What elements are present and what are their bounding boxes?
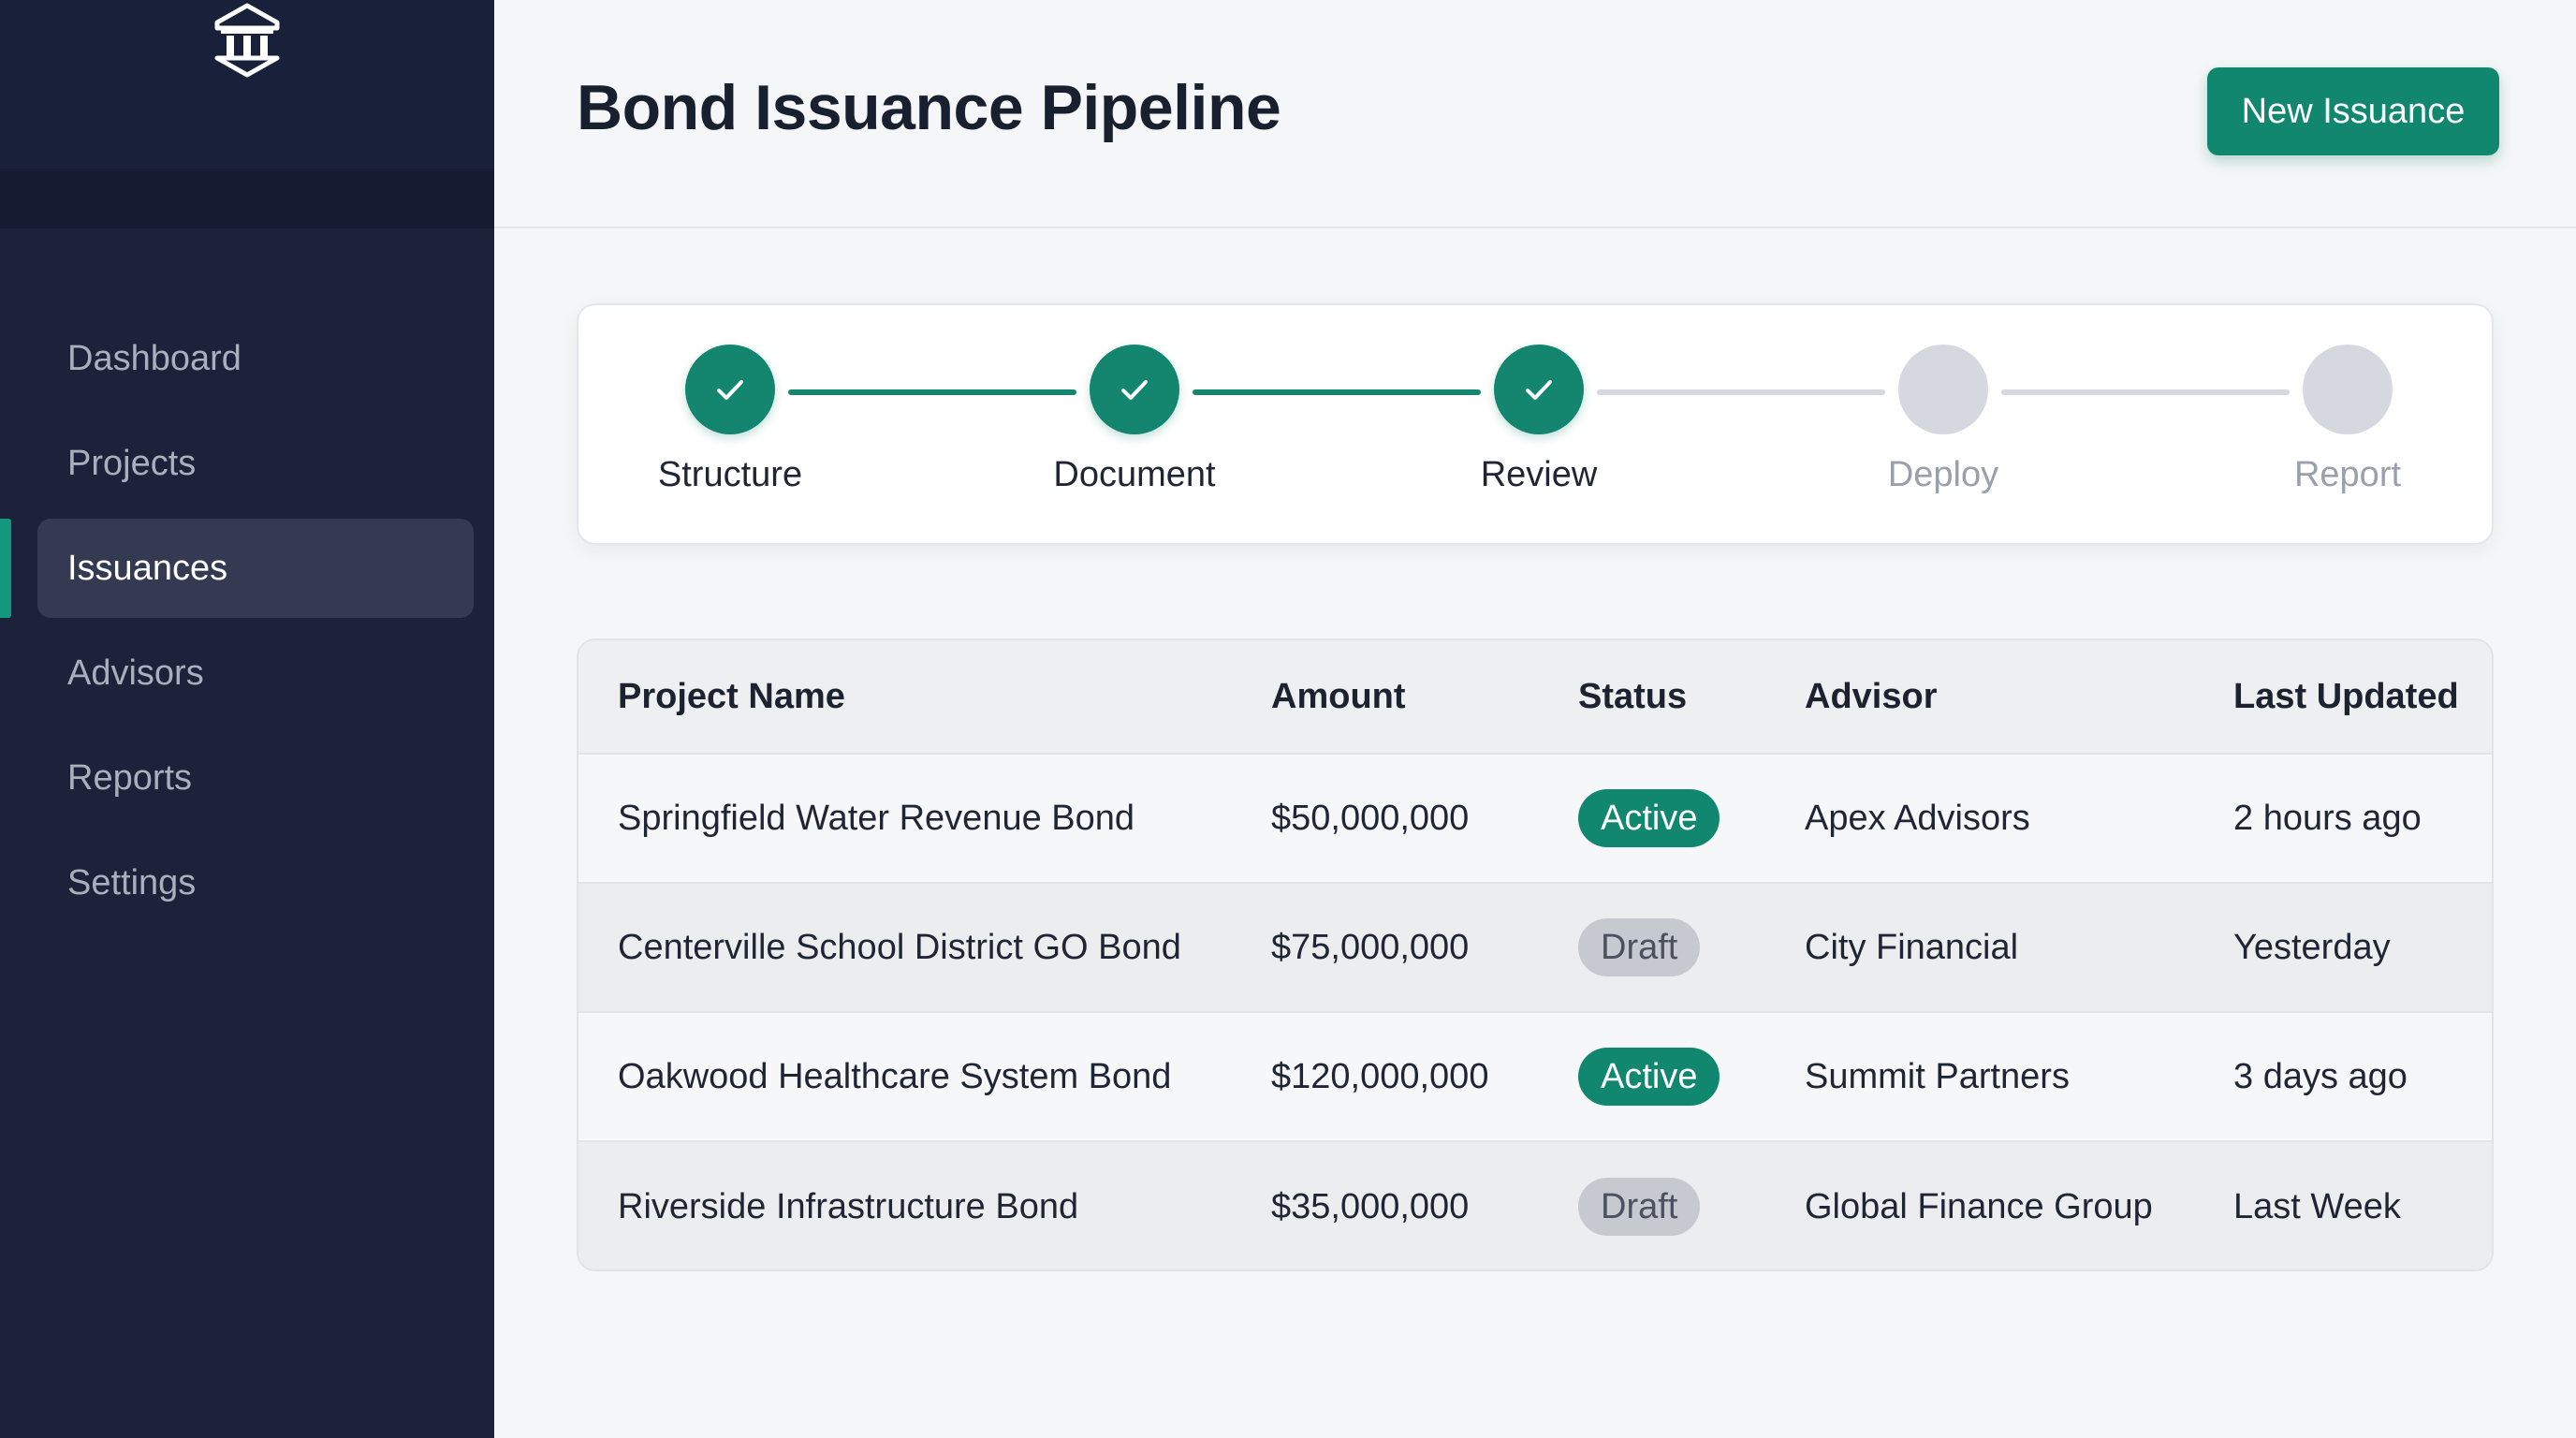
table-header-row: Project Name Amount Status Advisor Last … <box>578 640 2492 755</box>
page-header: Bond Issuance Pipeline New Issuance <box>494 0 2576 228</box>
sidebar-item-advisors[interactable]: Advisors <box>37 624 474 723</box>
sidebar-item-label: Settings <box>67 862 197 902</box>
status-badge: Active <box>1578 1048 1720 1106</box>
new-issuance-button[interactable]: New Issuance <box>2207 67 2499 155</box>
issuances-table: Project Name Amount Status Advisor Last … <box>577 638 2494 1271</box>
step-label: Structure <box>657 455 803 494</box>
amount-cell: $50,000,000 <box>1271 798 1470 838</box>
step-pending-indicator <box>1898 345 1988 434</box>
sidebar-item-projects[interactable]: Projects <box>37 414 474 513</box>
table-row[interactable]: Springfield Water Revenue Bond $50,000,0… <box>578 755 2492 884</box>
project-name-cell: Centerville School District GO Bond <box>618 927 1181 967</box>
advisor-cell: Summit Partners <box>1805 1056 2070 1096</box>
column-header-project-name[interactable]: Project Name <box>618 640 845 753</box>
step-deploy[interactable]: Deploy <box>1803 345 2084 495</box>
sidebar: Dashboard Projects Issuances Advisors Re… <box>0 0 494 1438</box>
step-label: Report <box>2293 455 2402 494</box>
step-pending-indicator <box>2303 345 2393 434</box>
column-header-status[interactable]: Status <box>1578 640 1687 753</box>
project-name-cell: Riverside Infrastructure Bond <box>618 1186 1079 1226</box>
amount-cell: $35,000,000 <box>1271 1186 1470 1226</box>
table-row[interactable]: Centerville School District GO Bond $75,… <box>578 884 2492 1013</box>
step-report[interactable]: Report <box>2207 345 2488 495</box>
sidebar-item-label: Dashboard <box>67 338 242 378</box>
status-cell: Draft <box>1578 1142 1701 1269</box>
pipeline-stepper: Structure Document Review Deploy Report <box>577 303 2494 545</box>
advisor-cell: Global Finance Group <box>1805 1186 2153 1226</box>
sidebar-item-label: Reports <box>67 757 193 798</box>
page-title: Bond Issuance Pipeline <box>577 72 1281 143</box>
sidebar-item-issuances[interactable]: Issuances <box>0 519 474 618</box>
project-name-cell: Springfield Water Revenue Bond <box>618 798 1135 838</box>
sidebar-item-reports[interactable]: Reports <box>37 728 474 828</box>
last-updated-cell: Yesterday <box>2233 927 2391 967</box>
step-label: Document <box>1053 455 1216 494</box>
advisor-cell: Apex Advisors <box>1805 798 2030 838</box>
table-row[interactable]: Oakwood Healthcare System Bond $120,000,… <box>578 1013 2492 1142</box>
sidebar-item-settings[interactable]: Settings <box>37 833 474 932</box>
checkmark-icon <box>1526 380 1552 400</box>
project-name-cell: Oakwood Healthcare System Bond <box>618 1056 1172 1096</box>
step-document[interactable]: Document <box>994 345 1275 495</box>
status-badge: Active <box>1578 789 1720 847</box>
amount-cell: $120,000,000 <box>1271 1056 1489 1096</box>
step-label: Deploy <box>1887 455 1999 494</box>
advisor-cell: City Financial <box>1805 927 2019 967</box>
status-badge: Draft <box>1578 918 1701 976</box>
column-header-last-updated[interactable]: Last Updated <box>2233 640 2459 753</box>
sidebar-nav: Dashboard Projects Issuances Advisors Re… <box>0 309 494 938</box>
step-review[interactable]: Review <box>1398 345 1679 495</box>
sidebar-divider-strip <box>0 169 494 228</box>
last-updated-cell: Last Week <box>2233 1186 2401 1226</box>
sidebar-item-label: Issuances <box>67 548 228 588</box>
last-updated-cell: 2 hours ago <box>2233 798 2422 838</box>
status-cell: Draft <box>1578 884 1701 1011</box>
amount-cell: $75,000,000 <box>1271 927 1470 967</box>
status-cell: Active <box>1578 755 1720 882</box>
step-complete-indicator <box>1494 345 1584 434</box>
sidebar-item-dashboard[interactable]: Dashboard <box>37 309 474 408</box>
column-header-amount[interactable]: Amount <box>1271 640 1406 753</box>
checkmark-icon <box>717 380 743 400</box>
sidebar-logo-area <box>0 0 494 169</box>
status-badge: Draft <box>1578 1178 1701 1236</box>
status-cell: Active <box>1578 1013 1720 1140</box>
bank-building-icon[interactable] <box>208 0 286 79</box>
table-row[interactable]: Riverside Infrastructure Bond $35,000,00… <box>578 1142 2492 1269</box>
step-complete-indicator <box>685 345 775 434</box>
checkmark-icon <box>1121 380 1148 400</box>
step-structure[interactable]: Structure <box>590 345 871 495</box>
sidebar-item-label: Advisors <box>67 653 204 693</box>
last-updated-cell: 3 days ago <box>2233 1056 2408 1096</box>
step-complete-indicator <box>1090 345 1179 434</box>
column-header-advisor[interactable]: Advisor <box>1805 640 1937 753</box>
sidebar-item-label: Projects <box>67 443 197 483</box>
step-label: Review <box>1480 455 1598 494</box>
